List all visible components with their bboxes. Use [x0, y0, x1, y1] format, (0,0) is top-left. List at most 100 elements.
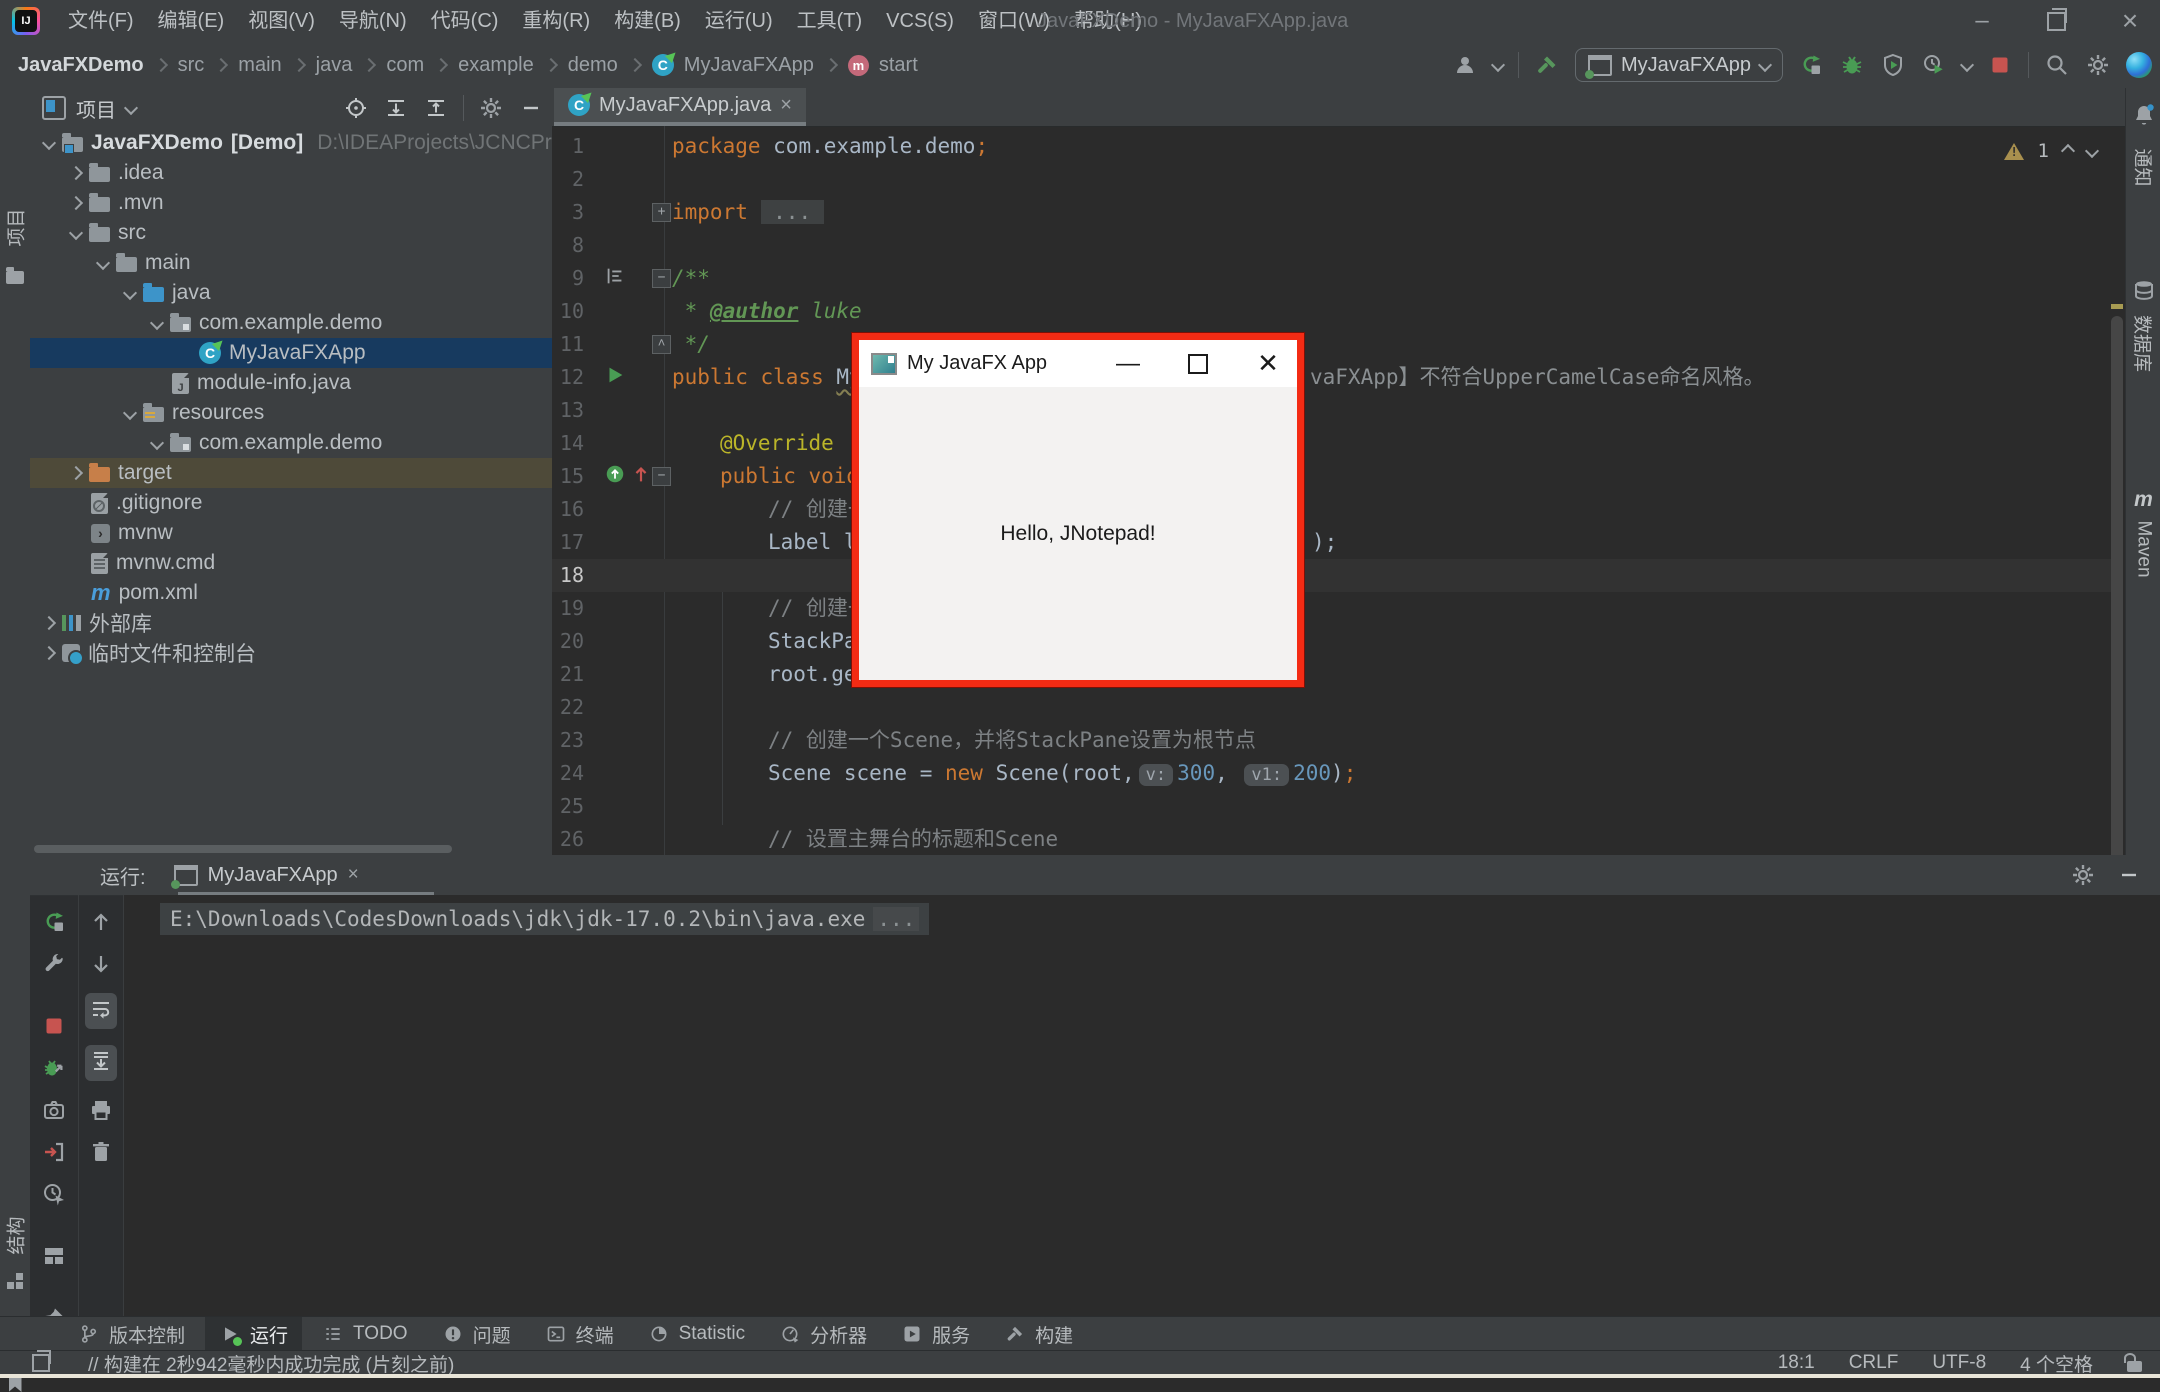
- menu-item-VCS(S)[interactable]: VCS(S): [874, 10, 966, 32]
- tree-item-com.example.demo[interactable]: com.example.demo: [30, 308, 552, 338]
- chevron-expanded-icon[interactable]: [123, 286, 137, 300]
- code-line-24[interactable]: 24Scene scene = new Scene(root,v:300, v1…: [552, 757, 2125, 790]
- code-line-23[interactable]: 23// 创建一个Scene，并将StackPane设置为根节点: [552, 724, 2125, 757]
- plugin-sphere-icon[interactable]: [2126, 52, 2152, 78]
- tab-close-icon[interactable]: ×: [780, 94, 792, 117]
- breadcrumb-item-example[interactable]: example: [458, 54, 534, 77]
- breadcrumb-item-main[interactable]: main: [238, 54, 281, 77]
- menu-item-文件(F)[interactable]: 文件(F): [56, 10, 146, 32]
- run-icon[interactable]: [604, 364, 626, 386]
- trash-icon[interactable]: [88, 1139, 114, 1165]
- tree-item-target[interactable]: target: [30, 458, 552, 488]
- print-icon[interactable]: [88, 1097, 114, 1123]
- menu-item-导航(N)[interactable]: 导航(N): [327, 10, 419, 32]
- collapse-all-icon[interactable]: [423, 95, 449, 121]
- wrap-on-toggle[interactable]: [85, 993, 117, 1029]
- code-line-22[interactable]: 22: [552, 691, 2125, 724]
- chevron-expanded-icon[interactable]: [42, 136, 56, 150]
- code-line-17[interactable]: 17Label l);: [552, 526, 2125, 559]
- coverage-icon[interactable]: [1880, 52, 1906, 78]
- code-line-14[interactable]: 14@Override: [552, 427, 2125, 460]
- layout-toggle-icon[interactable]: [32, 1354, 50, 1372]
- code-line-18[interactable]: 18: [552, 559, 2125, 592]
- profiler-play-icon[interactable]: [1921, 52, 1947, 78]
- javafx-app-window[interactable]: My JavaFX App — ✕ Hello, JNotepad!: [852, 333, 1304, 687]
- caret-position[interactable]: 18:1: [1778, 1352, 1815, 1374]
- indent-setting[interactable]: 4 个空格: [2020, 1350, 2093, 1377]
- javafx-minimize-button[interactable]: —: [1105, 340, 1151, 387]
- chevron-collapsed-icon[interactable]: [69, 196, 83, 210]
- minimize-icon[interactable]: [2116, 862, 2142, 888]
- rerun-icon[interactable]: [1798, 52, 1824, 78]
- tree-item-外部库[interactable]: 外部库: [30, 608, 552, 638]
- window-restore-button[interactable]: [2030, 0, 2082, 42]
- code-line-25[interactable]: 25: [552, 790, 2125, 823]
- fold-marker-icon[interactable]: −: [652, 269, 671, 288]
- fold-marker-icon[interactable]: +: [652, 203, 671, 222]
- tree-item-src[interactable]: src: [30, 218, 552, 248]
- fold-marker-icon[interactable]: ˄: [652, 335, 671, 354]
- stop-icon[interactable]: [41, 1013, 67, 1039]
- wrench-icon[interactable]: [41, 951, 67, 977]
- run-config-selector[interactable]: MyJavaFXApp: [1575, 48, 1783, 82]
- code-line-13[interactable]: 13: [552, 394, 2125, 427]
- chevron-down-icon[interactable]: [1491, 58, 1505, 72]
- menu-item-视图(V)[interactable]: 视图(V): [236, 10, 327, 32]
- console-folded-chip[interactable]: ...: [873, 907, 919, 931]
- chevron-down-icon[interactable]: [124, 101, 138, 115]
- rerun-icon[interactable]: [41, 909, 67, 935]
- code-line-16[interactable]: 16// 创建一: [552, 493, 2125, 526]
- person-icon[interactable]: [1452, 52, 1478, 78]
- editor-tab-myjavafxapp[interactable]: C MyJavaFXApp.java ×: [554, 88, 806, 122]
- javafx-close-button[interactable]: ✕: [1245, 340, 1291, 387]
- tree-item-java[interactable]: java: [30, 278, 552, 308]
- arrange-icon[interactable]: [604, 265, 626, 287]
- menu-item-代码(C)[interactable]: 代码(C): [419, 10, 511, 32]
- tree-item-.idea[interactable]: .idea: [30, 158, 552, 188]
- tree-item-resources[interactable]: resources: [30, 398, 552, 428]
- redup-icon[interactable]: [630, 463, 652, 485]
- line-separator[interactable]: CRLF: [1849, 1352, 1899, 1374]
- tab-close-icon[interactable]: ×: [348, 864, 359, 886]
- chevron-expanded-icon[interactable]: [150, 316, 164, 330]
- tree-item-临时文件和控制台[interactable]: 临时文件和控制台: [30, 638, 552, 668]
- window-close-button[interactable]: ×: [2104, 0, 2156, 42]
- code-line-8[interactable]: 8: [552, 229, 2125, 262]
- breadcrumb-item-demo[interactable]: demo: [568, 54, 618, 77]
- breadcrumb-item-src[interactable]: src: [178, 54, 205, 77]
- sidebar-item-structure[interactable]: 结构: [0, 1200, 30, 1289]
- hammer-icon[interactable]: [1534, 52, 1560, 78]
- override-icon[interactable]: [604, 463, 626, 485]
- bottom-tab-问题[interactable]: 问题: [428, 1317, 525, 1351]
- sidebar-item-通知[interactable]: 通知: [2126, 102, 2160, 181]
- stop-icon[interactable]: [1987, 52, 2013, 78]
- down-icon[interactable]: [88, 951, 114, 977]
- bottom-tab-服务[interactable]: 服务: [887, 1317, 984, 1351]
- gear-icon[interactable]: [478, 95, 504, 121]
- chevron-expanded-icon[interactable]: [123, 406, 137, 420]
- chevron-expanded-icon[interactable]: [96, 256, 110, 270]
- code-line-9[interactable]: 9−/**: [552, 262, 2125, 295]
- bottom-tab-运行[interactable]: 运行: [205, 1317, 302, 1351]
- code-line-26[interactable]: 26// 设置主舞台的标题和Scene: [552, 823, 2125, 855]
- tree-item-pom.xml[interactable]: mpom.xml: [30, 578, 552, 608]
- project-horizontal-scrollbar[interactable]: [34, 845, 452, 853]
- bottom-tab-Statistic[interactable]: Statistic: [634, 1317, 760, 1351]
- code-line-20[interactable]: 20StackPa: [552, 625, 2125, 658]
- code-line-15[interactable]: 15@−public void: [552, 460, 2125, 493]
- code-line-21[interactable]: 21root.ge: [552, 658, 2125, 691]
- breadcrumb-item-java[interactable]: java: [316, 54, 353, 77]
- menu-item-工具(T)[interactable]: 工具(T): [785, 10, 875, 32]
- code-line-11[interactable]: 11˄ */: [552, 328, 2125, 361]
- menu-item-重构(R)[interactable]: 重构(R): [510, 10, 602, 32]
- chevron-expanded-icon[interactable]: [150, 436, 164, 450]
- code-line-19[interactable]: 19// 创建一: [552, 592, 2125, 625]
- layout-icon[interactable]: [41, 1243, 67, 1269]
- tree-item-.mvn[interactable]: .mvn: [30, 188, 552, 218]
- tree-item-mvnw.cmd[interactable]: mvnw.cmd: [30, 548, 552, 578]
- run-tab-myjavafxapp[interactable]: MyJavaFXApp ×: [174, 864, 359, 887]
- profiler-clock-icon[interactable]: [41, 1181, 67, 1207]
- sidebar-item-Maven[interactable]: mMaven: [2126, 488, 2160, 560]
- menu-item-运行(U)[interactable]: 运行(U): [693, 10, 785, 32]
- minimize-icon[interactable]: [518, 95, 544, 121]
